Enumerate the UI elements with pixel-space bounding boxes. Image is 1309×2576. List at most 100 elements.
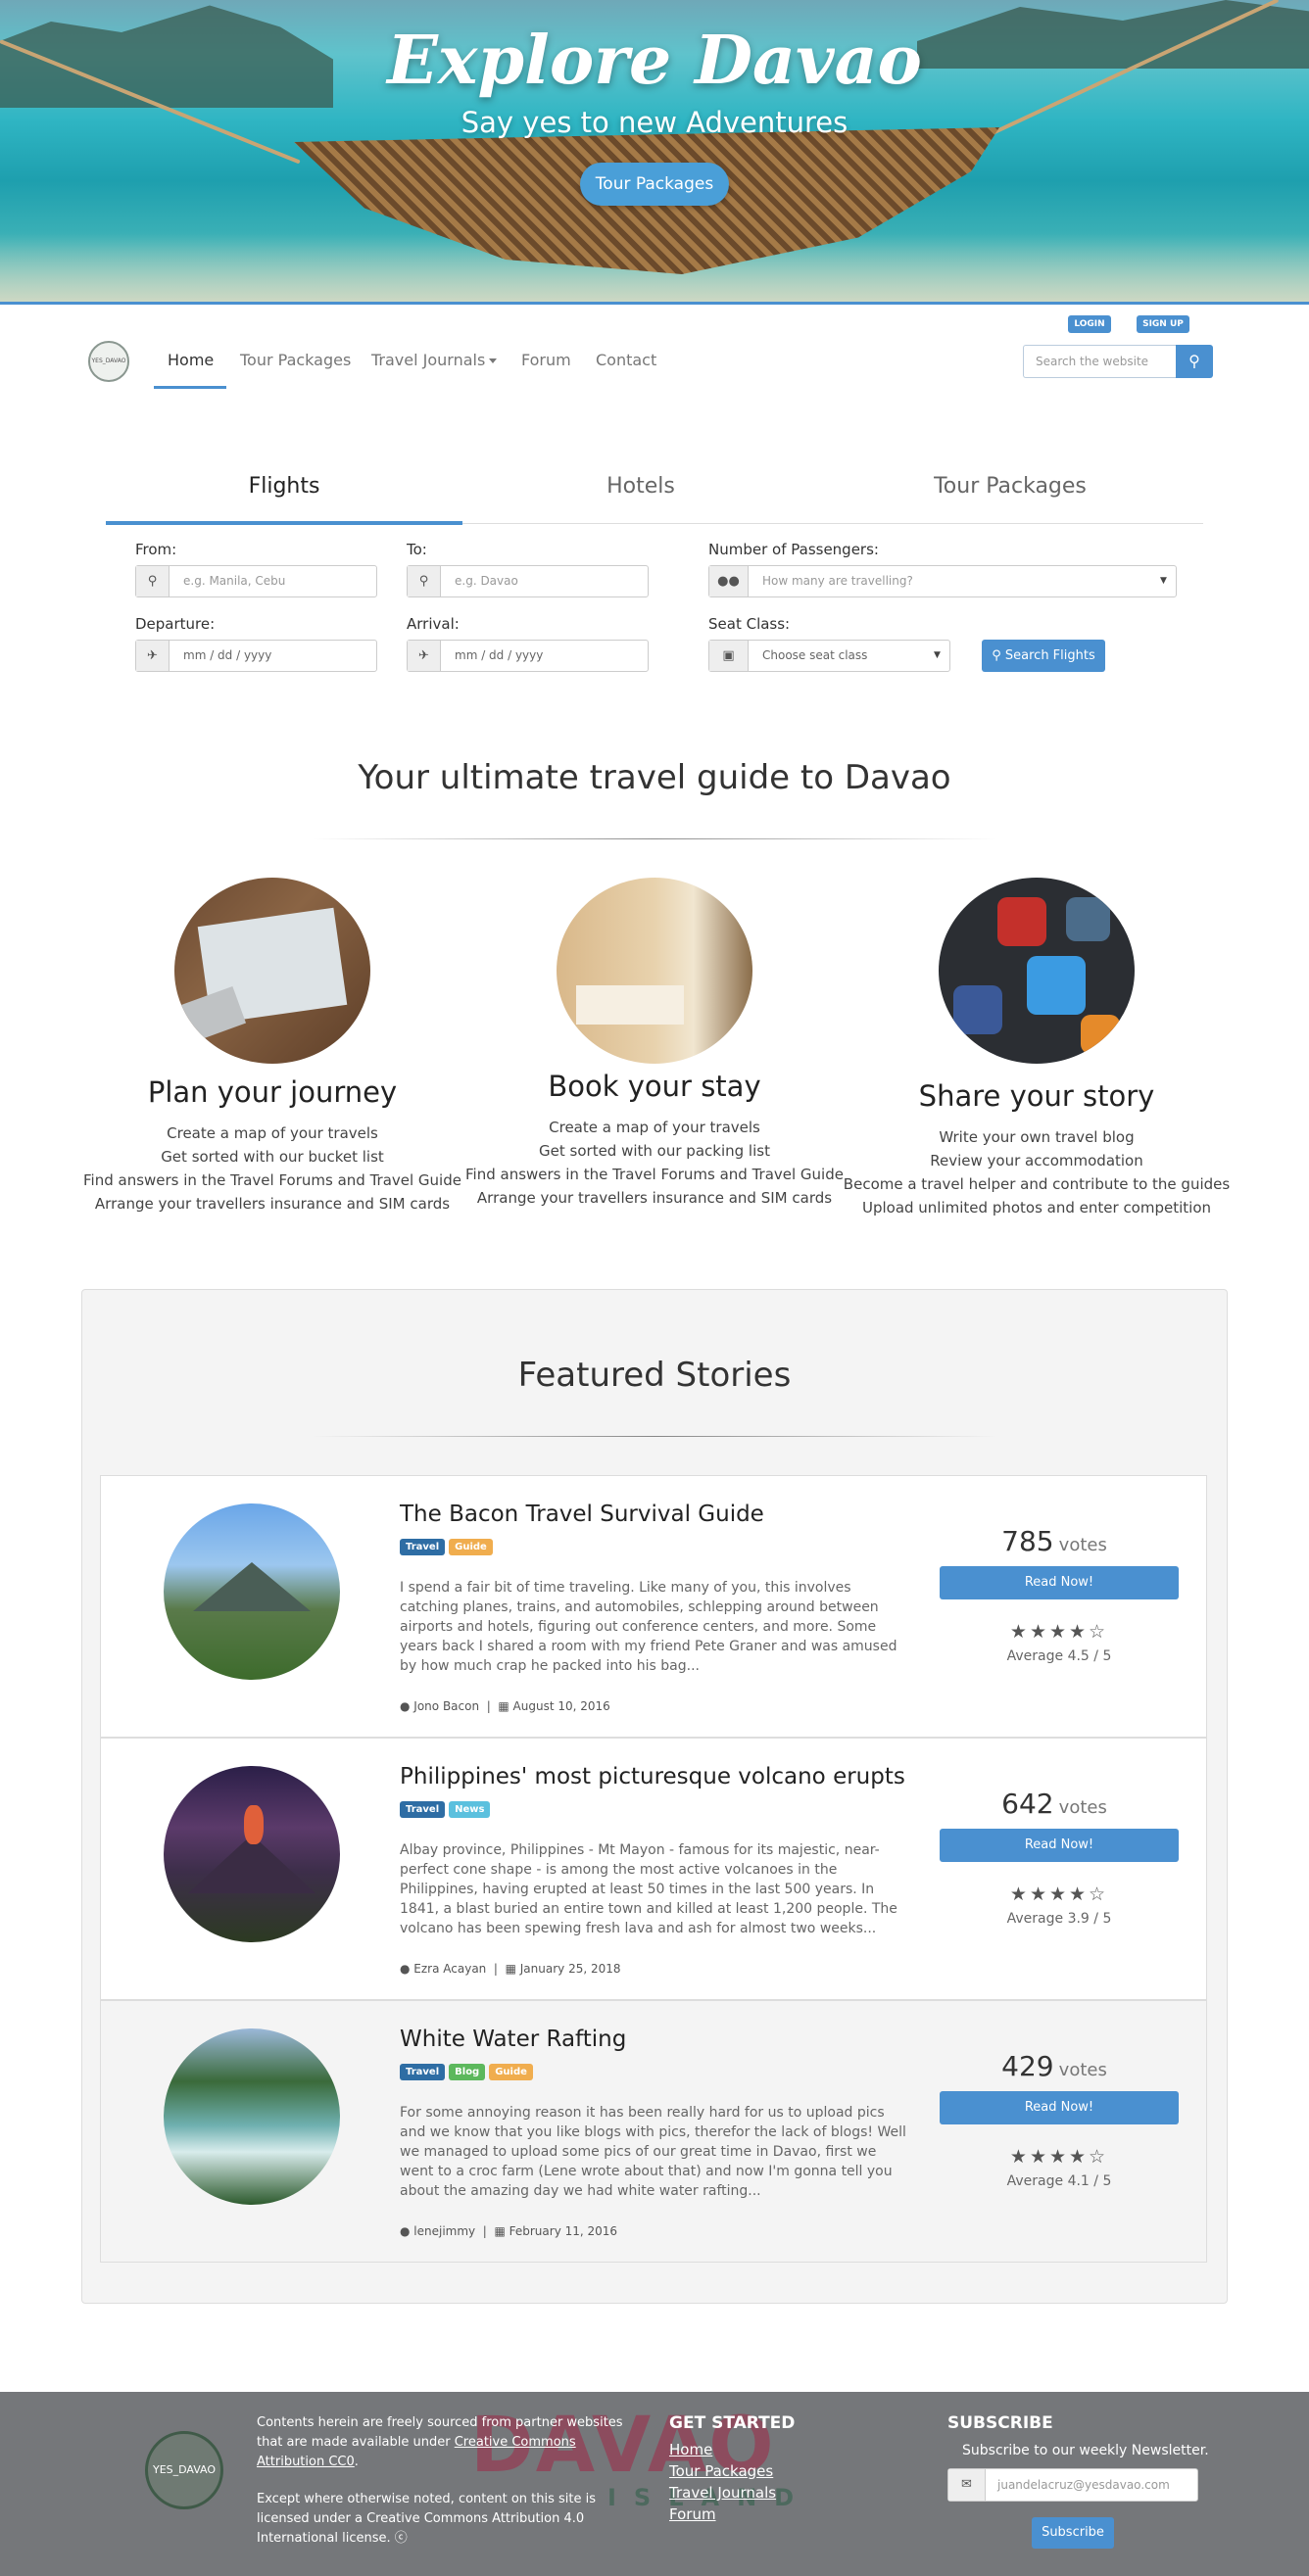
story-author: Ezra Acayan [413,1962,487,1976]
story-excerpt: For some annoying reason it has been rea… [400,2105,906,2199]
nav-tour-packages[interactable]: Tour Packages [240,351,351,369]
map-marker-icon: ⚲ [136,566,170,596]
votes-display: 785 votes [934,1525,1175,1557]
votes-display: 642 votes [934,1788,1175,1820]
story-meta: ● lenejimmy | ▦ February 11, 2016 [400,2224,617,2238]
tag-guide[interactable]: Guide [449,1539,493,1555]
search-button[interactable]: ⚲ [1176,345,1213,378]
tab-active-indicator [106,521,462,525]
calendar-icon: ▦ [494,2224,509,2238]
story-excerpt: I spend a fair bit of time traveling. Li… [400,1580,897,1674]
nav-forum[interactable]: Forum [521,351,571,369]
story-tags: Travel Blog Guide [400,2064,533,2080]
star-rating: ★★★★☆ [1009,1884,1109,1905]
meta-separator: | [486,1962,506,1976]
social-apps-photo [939,878,1135,1064]
tag-guide[interactable]: Guide [489,2064,533,2080]
briefcase-icon: ▣ [709,641,749,671]
hotel-room-photo [557,878,752,1064]
email-placeholder: juandelacruz@yesdavao.com [997,2478,1170,2492]
search-flights-button[interactable]: ⚲ Search Flights [982,640,1105,672]
story-date: February 11, 2016 [509,2224,618,2238]
search-icon: ⚲ [992,648,1005,663]
footer-logo: YES_DAVAO [145,2431,223,2509]
feature-line: Arrange your travellers insurance and SI… [94,1195,451,1213]
votes-label: votes [1058,1797,1107,1818]
story-title[interactable]: The Bacon Travel Survival Guide [400,1502,764,1527]
story-title[interactable]: White Water Rafting [400,2027,626,2052]
nav-travel-journals[interactable]: Travel Journals [371,351,498,369]
chevron-down-icon [489,358,498,363]
read-now-button[interactable]: Read Now! [940,1566,1179,1599]
story-meta: ● Ezra Acayan | ▦ January 25, 2018 [400,1962,621,1976]
story-title[interactable]: Philippines' most picturesque volcano er… [400,1764,905,1789]
hero-title: Explore Davao [387,22,922,100]
hero-banner: Explore Davao Say yes to new Adventures … [0,0,1309,302]
tag-travel[interactable]: Travel [400,2064,446,2080]
feature-title-book: Book your stay [548,1070,761,1103]
arrival-field[interactable]: ✈ mm / dd / yyyy [407,640,649,672]
seat-class-label: Seat Class: [708,615,791,633]
tag-travel[interactable]: Travel [400,1801,446,1818]
envelope-icon: ✉ [948,2469,986,2501]
login-button[interactable]: LOGIN [1068,315,1111,333]
tour-packages-button[interactable]: Tour Packages [580,163,729,206]
tab-tour-packages[interactable]: Tour Packages [832,474,1188,499]
arrival-label: Arrival: [407,615,460,633]
seat-class-select[interactable]: ▣ Choose seat class ▼ [708,640,950,672]
votes-display: 429 votes [934,2050,1175,2082]
feature-line: Find answers in the Travel Forums and Tr… [465,1166,844,1183]
from-field[interactable]: ⚲ e.g. Manila, Cebu [135,565,377,597]
search-input[interactable]: Search the website [1023,345,1176,378]
departure-field[interactable]: ✈ mm / dd / yyyy [135,640,377,672]
nav-contact[interactable]: Contact [596,351,656,369]
footer-link-travel-journals[interactable]: Travel Journals [669,2484,776,2502]
votes-label: votes [1058,1535,1107,1555]
tab-flights[interactable]: Flights [106,474,462,499]
newsletter-email-field[interactable]: ✉ juandelacruz@yesdavao.com [947,2468,1198,2502]
footer-link-tour-packages[interactable]: Tour Packages [669,2462,773,2480]
passengers-select[interactable]: ●● How many are travelling? ▼ [708,565,1177,597]
subscribe-button[interactable]: Subscribe [1032,2517,1114,2549]
to-field[interactable]: ⚲ e.g. Davao [407,565,649,597]
tag-news[interactable]: News [449,1801,491,1818]
story-author: lenejimmy [413,2224,476,2238]
footer-link-forum[interactable]: Forum [669,2505,716,2523]
chevron-down-icon: ▼ [934,650,941,660]
user-icon: ● [400,2224,414,2238]
seat-class-placeholder: Choose seat class [762,648,868,662]
site-logo[interactable]: YES_DAVAO [88,341,129,382]
search-icon: ⚲ [1188,352,1200,370]
votes-count: 642 [1001,1788,1054,1820]
story-date: January 25, 2018 [519,1962,621,1976]
departure-label: Departure: [135,615,216,633]
footer-link-home[interactable]: Home [669,2441,712,2458]
signup-button[interactable]: SIGN UP [1137,315,1189,333]
tab-hotels[interactable]: Hotels [462,474,819,499]
average-rating: Average 4.5 / 5 [1006,1648,1112,1664]
featured-title: Featured Stories [517,1356,792,1395]
feature-line: Create a map of your travels [167,1124,378,1142]
average-rating: Average 4.1 / 5 [1006,2173,1112,2189]
read-now-button[interactable]: Read Now! [940,1829,1179,1862]
arrival-placeholder: mm / dd / yyyy [455,648,544,662]
average-rating: Average 3.9 / 5 [1006,1911,1112,1927]
read-now-button[interactable]: Read Now! [940,2091,1179,2124]
user-icon: ● [400,1699,414,1713]
story-date: August 10, 2016 [512,1699,610,1713]
story-image-mountain [164,1503,340,1680]
tag-blog[interactable]: Blog [449,2064,486,2080]
tag-travel[interactable]: Travel [400,1539,446,1555]
map-marker-icon: ⚲ [408,566,441,596]
guide-title: Your ultimate travel guide to Davao [358,758,951,797]
map-planning-photo [174,878,370,1064]
votes-label: votes [1058,2060,1107,2080]
plane-icon: ✈ [136,641,170,671]
chevron-down-icon: ▼ [1160,576,1167,586]
guide-divider [312,838,997,839]
footer-license: Except where otherwise noted, content on… [257,2492,597,2546]
story-excerpt: Albay province, Philippines - Mt Mayon -… [400,1842,897,1936]
hero-divider [0,302,1309,305]
nav-home[interactable]: Home [168,351,214,369]
story-tags: Travel News [400,1801,491,1818]
